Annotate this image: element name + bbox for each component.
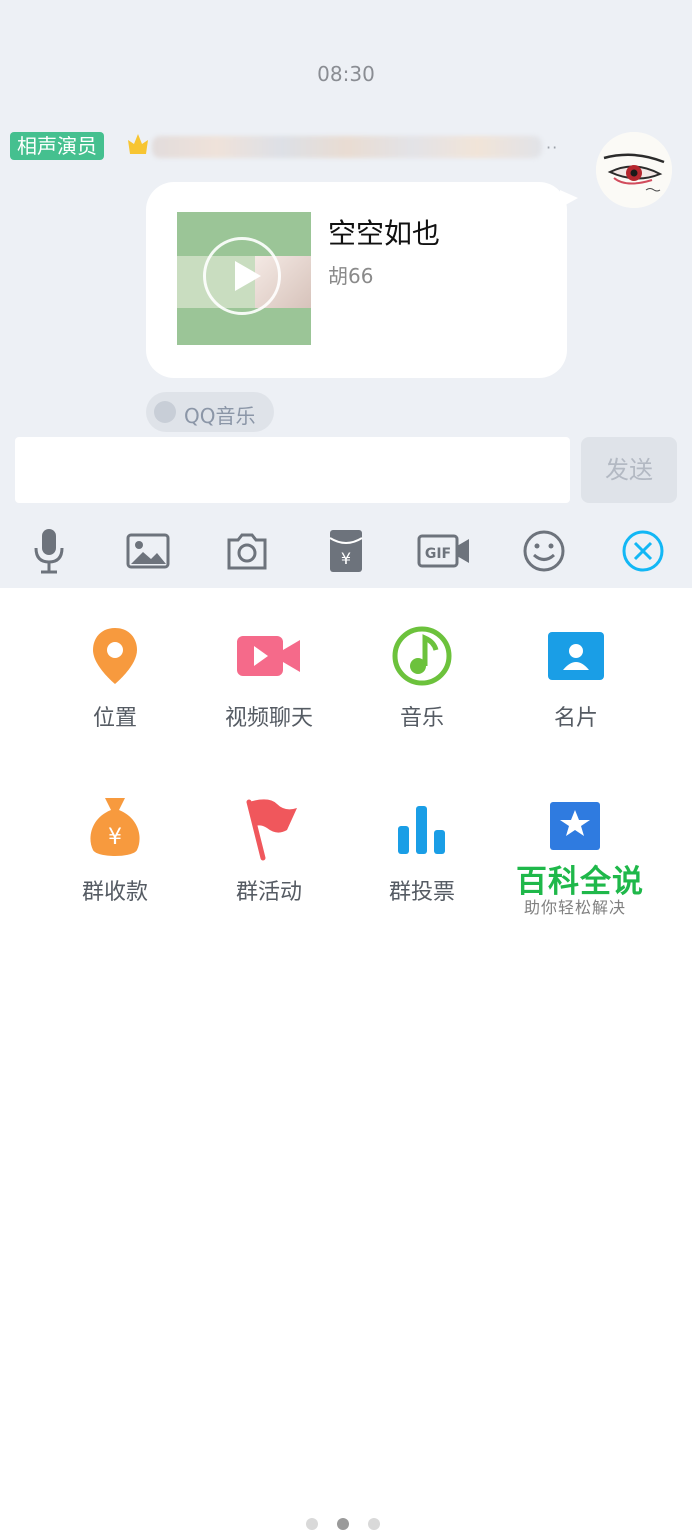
money-bag-icon: ¥	[90, 798, 140, 856]
chat-area[interactable]: 08:30 相声演员 ·· 空空如也 胡66 QQ音乐 发送 ¥ GIF	[0, 0, 692, 588]
panel-item-group-activity[interactable]: 群活动	[194, 794, 344, 906]
close-icon[interactable]	[620, 526, 666, 576]
image-icon[interactable]	[126, 526, 170, 576]
video-call-icon	[237, 636, 300, 676]
emoji-icon[interactable]	[522, 526, 566, 576]
bubble-tail	[560, 190, 578, 208]
song-artist: 胡66	[328, 264, 374, 288]
music-icon	[392, 626, 452, 686]
sender-name-blurred	[152, 136, 542, 158]
flag-icon	[246, 799, 297, 861]
svg-text:¥: ¥	[108, 825, 122, 850]
sender-name-ellipsis: ··	[546, 138, 559, 157]
microphone-icon[interactable]	[28, 526, 70, 576]
panel-item-label: 名片	[553, 706, 598, 731]
gif-icon[interactable]: GIF	[417, 526, 471, 576]
page-dot[interactable]	[368, 1518, 380, 1530]
svg-text:GIF: GIF	[425, 546, 451, 562]
watermark-subtitle: 助你轻松解决	[524, 898, 627, 917]
vote-chart-icon	[398, 806, 445, 854]
avatar[interactable]	[596, 132, 672, 208]
send-button[interactable]: 发送	[581, 437, 677, 503]
camera-icon[interactable]	[225, 526, 269, 576]
panel-item-contact-card[interactable]: 名片	[501, 624, 651, 732]
message-input[interactable]	[15, 437, 570, 503]
source-app-label: QQ音乐	[184, 404, 256, 428]
panel-item-label: 视频聊天	[224, 706, 313, 731]
svg-text:¥: ¥	[341, 549, 351, 568]
panel-item-favorite[interactable]	[501, 794, 651, 854]
contact-card-icon	[548, 632, 604, 680]
sender-badge: 相声演员	[10, 132, 104, 160]
timestamp: 08:30	[317, 62, 375, 86]
red-packet-icon[interactable]: ¥	[328, 526, 364, 576]
panel-item-label: 群活动	[235, 880, 302, 905]
crown-icon	[128, 134, 148, 154]
avatar-eye-image	[596, 132, 672, 208]
panel-item-label: 群收款	[81, 880, 148, 905]
panel-item-group-payment[interactable]: ¥ 群收款	[40, 794, 190, 906]
source-app-icon	[154, 401, 176, 423]
song-title: 空空如也	[328, 217, 441, 250]
panel-item-label: 群投票	[388, 880, 455, 905]
star-card-icon	[550, 802, 600, 850]
source-app-tag[interactable]: QQ音乐	[146, 392, 274, 432]
page-dot[interactable]	[306, 1518, 318, 1530]
panel-item-label: 音乐	[399, 706, 444, 731]
play-button[interactable]	[203, 237, 281, 315]
page-dot-active[interactable]	[337, 1518, 349, 1530]
play-icon	[235, 261, 261, 291]
panel-item-group-vote[interactable]: 群投票	[347, 794, 497, 906]
panel-item-music[interactable]: 音乐	[347, 624, 497, 732]
panel-item-video-call[interactable]: 视频聊天	[194, 624, 344, 732]
panel-item-location[interactable]: 位置	[40, 624, 190, 732]
panel-item-label: 位置	[92, 706, 137, 731]
location-icon	[93, 628, 137, 684]
